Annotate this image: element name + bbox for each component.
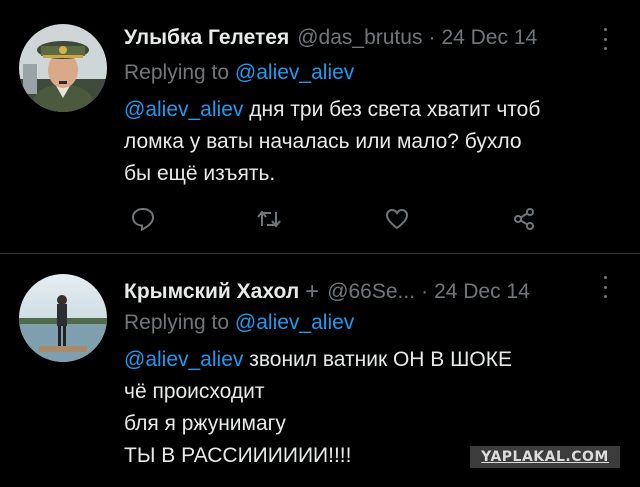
more-options-icon[interactable] [600,276,610,298]
tweet-header: Крымский Хахол + @66Se... · 24 Dec 14 [124,278,530,306]
avatar[interactable] [19,24,107,112]
tweet-date[interactable]: 24 Dec 14 [434,280,530,304]
retweet-icon[interactable] [256,206,282,232]
reply-icon[interactable] [130,206,156,232]
avatar[interactable] [19,274,107,362]
tweet-line-text: дня три без света хватит чтоб [243,98,541,121]
tweet-header: Улыбка Гелетея @das_brutus · 24 Dec 14 [124,26,537,50]
replying-to-link[interactable]: @aliev_aliev [235,311,354,334]
replying-to: Replying to @aliev_aliev [124,311,354,335]
tweet-line: @aliev_aliev звонил ватник ОН В ШОКЕ [124,344,624,376]
tweet-date[interactable]: 24 Dec 14 [441,26,537,50]
like-icon[interactable] [384,206,410,232]
watermark: YAPLAKAL.COM [470,446,620,468]
mention-link[interactable]: @aliev_aliev [124,348,243,371]
tweet-line: чё происходит [124,380,265,403]
mention-link[interactable]: @aliev_aliev [124,98,243,121]
replying-prefix: Replying to [124,61,230,84]
replying-to-link[interactable]: @aliev_aliev [235,61,354,84]
separator: · [428,26,436,49]
author-name[interactable]: Улыбка Гелетея [124,26,289,50]
badge-icon: + [305,278,320,305]
replying-prefix: Replying to [124,311,230,334]
tweet-line: @aliev_aliev дня три без света хватит чт… [124,94,624,126]
author-handle[interactable]: @66Se... [327,280,415,304]
tweet-line: бля я ржунимагу [124,412,286,435]
tweet-line: ломка у ваты началась или мало? бухло [124,130,522,153]
tweet-line: бы ещё изъять. [124,162,276,185]
author-name[interactable]: Крымский Хахол [124,280,299,304]
tweet-actions [0,206,640,236]
author-handle[interactable]: @das_brutus [297,26,422,50]
separator: · [421,280,429,303]
share-icon[interactable] [511,206,537,232]
replying-to: Replying to @aliev_aliev [124,61,354,85]
tweet-line-text: звонил ватник ОН В ШОКЕ [243,348,512,371]
more-options-icon[interactable] [600,28,610,50]
tweet[interactable]: Улыбка Гелетея @das_brutus · 24 Dec 14 R… [0,0,640,253]
tweet-text: @aliev_aliev дня три без света хватит чт… [124,94,624,190]
